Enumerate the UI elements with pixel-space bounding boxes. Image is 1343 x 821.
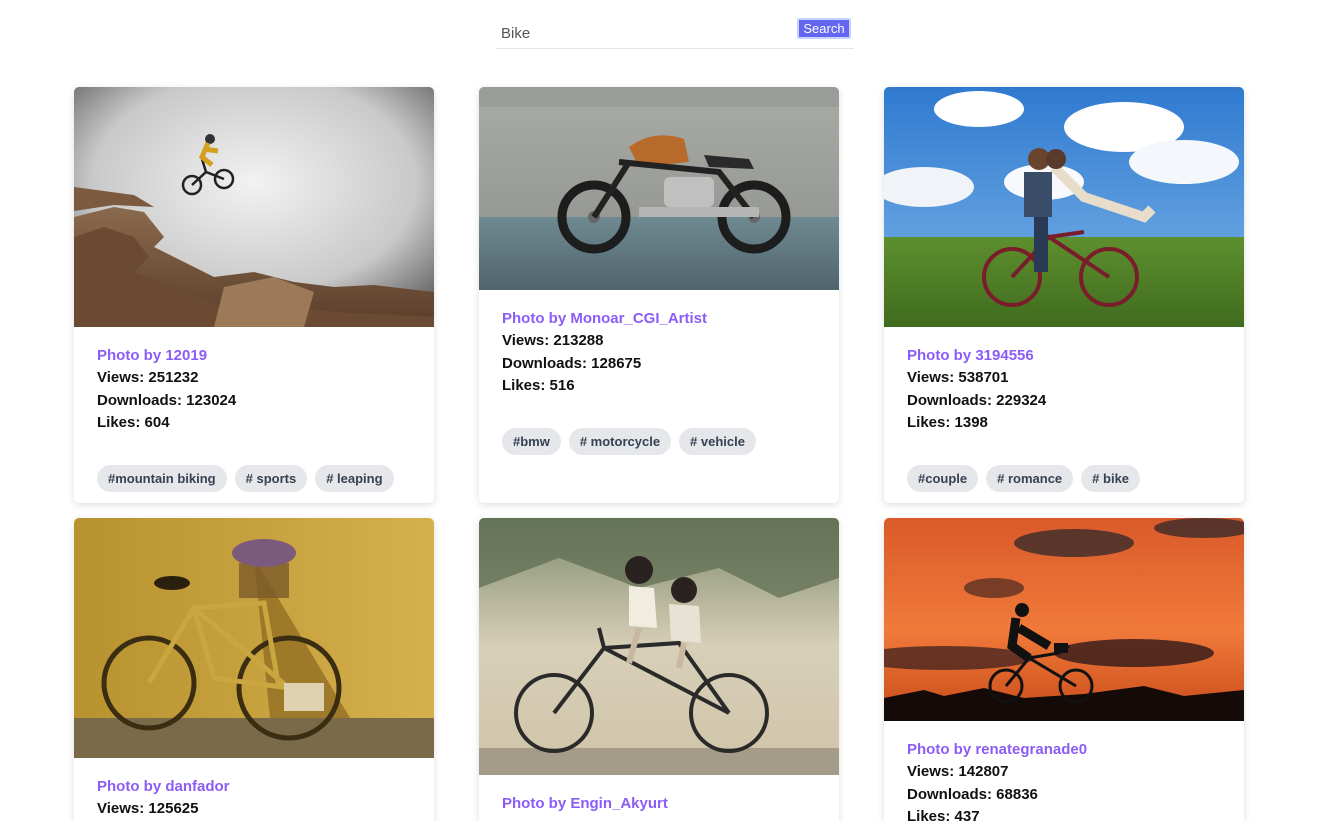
downloads-stat: Downloads: 128675 <box>502 353 816 376</box>
downloads-value: 123024 <box>186 391 237 409</box>
likes-label: Likes: <box>502 377 546 394</box>
likes-value: 516 <box>549 377 575 394</box>
couple-on-bike-image <box>884 87 1244 327</box>
tag[interactable]: # bike <box>1081 464 1141 492</box>
downloads-label: Downloads: <box>502 354 587 372</box>
photo-couple-bike[interactable] <box>884 87 1244 327</box>
tag[interactable]: #couple <box>907 464 979 492</box>
downloads-label: Downloads: <box>97 391 182 409</box>
photo-card: Photo by Engin_Akyurt <box>479 518 839 821</box>
views-label: Views: <box>97 369 145 386</box>
tag[interactable]: #mountain biking <box>97 464 227 492</box>
likes-stat: Likes: 437 <box>907 806 1221 821</box>
views-value: 142807 <box>958 763 1009 780</box>
photo-street-art[interactable] <box>479 518 839 775</box>
photo-card: Photo by renategranade0 Views: 142807 Do… <box>884 518 1244 821</box>
likes-stat: Likes: 1398 <box>907 412 1221 435</box>
downloads-value: 128675 <box>591 354 642 372</box>
tag[interactable]: #bmw <box>502 427 561 455</box>
photo-author[interactable]: Photo by renategranade0 <box>907 739 1221 761</box>
photo-sunset-cyclist[interactable] <box>884 518 1244 721</box>
views-label: Views: <box>907 763 955 780</box>
views-label: Views: <box>502 332 550 349</box>
views-value: 251232 <box>148 369 199 386</box>
tag-list: #couple # romance # bike <box>907 464 1221 492</box>
downloads-label: Downloads: <box>907 785 992 803</box>
views-label: Views: <box>907 369 955 386</box>
vintage-bicycle-image <box>74 518 434 758</box>
likes-value: 1398 <box>954 414 988 431</box>
downloads-value: 68836 <box>996 785 1038 803</box>
photo-card: Photo by danfador Views: 125625 <box>74 518 434 821</box>
photo-card: Photo by 3194556 Views: 538701 Downloads… <box>884 87 1244 503</box>
views-stat: Views: 538701 <box>907 367 1221 390</box>
downloads-label: Downloads: <box>907 391 992 409</box>
downloads-stat: Downloads: 123024 <box>97 390 411 413</box>
views-stat: Views: 251232 <box>97 367 411 390</box>
tag[interactable]: # leaping <box>315 464 394 492</box>
photo-mountain-biking[interactable] <box>74 87 434 327</box>
sunset-cyclist-image <box>884 518 1244 721</box>
views-value: 213288 <box>553 332 604 349</box>
tag-list: #bmw # motorcycle # vehicle <box>502 427 816 455</box>
motorcycle-image <box>479 87 839 290</box>
street-art-bicycle-image <box>479 518 839 775</box>
downloads-value: 229324 <box>996 391 1047 409</box>
views-value: 125625 <box>148 800 199 817</box>
likes-stat: Likes: 516 <box>502 375 816 398</box>
photo-author[interactable]: Photo by Monoar_CGI_Artist <box>502 308 816 330</box>
downloads-stat: Downloads: 229324 <box>907 390 1221 413</box>
photo-author[interactable]: Photo by 3194556 <box>907 345 1221 367</box>
likes-value: 437 <box>954 808 980 821</box>
search-input[interactable] <box>496 20 786 46</box>
likes-stat: Likes: 604 <box>97 412 411 435</box>
photo-card: Photo by Monoar_CGI_Artist Views: 213288… <box>479 87 839 503</box>
search-button[interactable]: Search <box>797 18 851 39</box>
tag[interactable]: # motorcycle <box>568 427 672 455</box>
photo-author[interactable]: Photo by 12019 <box>97 345 411 367</box>
views-stat: Views: 213288 <box>502 330 816 353</box>
likes-value: 604 <box>144 414 170 431</box>
downloads-stat: Downloads: 68836 <box>907 784 1221 807</box>
tag-list: #mountain biking # sports # leaping <box>97 464 411 492</box>
tag[interactable]: # romance <box>986 464 1074 492</box>
photo-card: Photo by 12019 Views: 251232 Downloads: … <box>74 87 434 503</box>
likes-label: Likes: <box>97 414 141 431</box>
likes-label: Likes: <box>907 414 951 431</box>
photo-old-bicycle[interactable] <box>74 518 434 758</box>
mountain-biker-image <box>74 87 434 327</box>
views-stat: Views: 142807 <box>907 761 1221 784</box>
photo-motorcycle[interactable] <box>479 87 839 290</box>
views-stat: Views: 125625 <box>97 798 411 821</box>
photo-author[interactable]: Photo by danfador <box>97 776 411 798</box>
views-label: Views: <box>97 800 145 817</box>
tag[interactable]: # vehicle <box>679 427 756 455</box>
photo-author[interactable]: Photo by Engin_Akyurt <box>502 793 816 815</box>
tag[interactable]: # sports <box>234 464 308 492</box>
views-value: 538701 <box>958 369 1009 386</box>
likes-label: Likes: <box>907 808 951 821</box>
